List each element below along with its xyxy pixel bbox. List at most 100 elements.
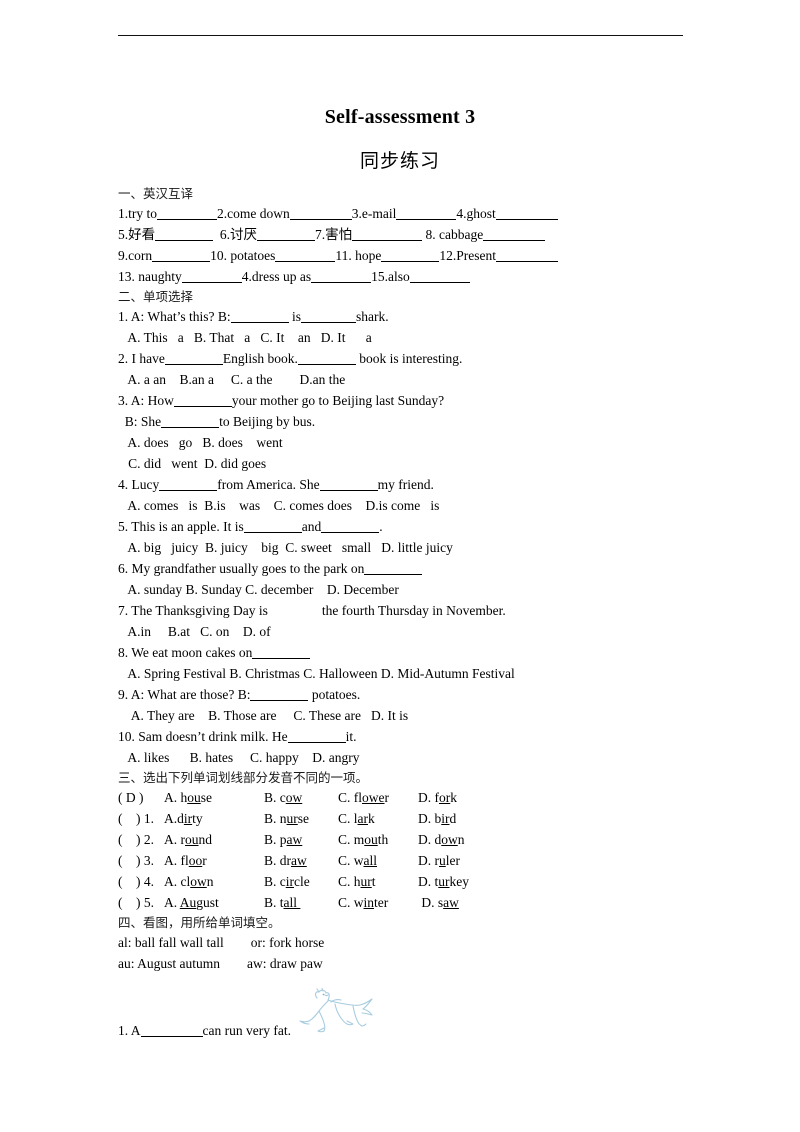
mc-options[interactable]: A. This a B. That a C. It an D. It a bbox=[118, 327, 688, 348]
answer-blank[interactable] bbox=[164, 351, 223, 365]
answer-blank[interactable] bbox=[409, 269, 470, 283]
phonics-option-b[interactable]: B. circle bbox=[264, 871, 338, 892]
phonics-option-d[interactable]: D. saw bbox=[418, 892, 459, 913]
text-run bbox=[213, 227, 220, 242]
text-run: C. w bbox=[338, 895, 364, 910]
underlined-phoneme: all bbox=[283, 895, 301, 910]
mc-options[interactable]: A. comes is B.is was C. comes does D.is … bbox=[118, 495, 688, 516]
answer-blank[interactable] bbox=[155, 227, 214, 241]
phonics-option-d[interactable]: D. bird bbox=[418, 808, 456, 829]
answer-blank[interactable] bbox=[364, 561, 423, 575]
underlined-phoneme: Au bbox=[179, 895, 197, 910]
mc-options[interactable]: A.in B.at C. on D. of bbox=[118, 621, 688, 642]
mc-options-line2[interactable]: C. did went D. did goes bbox=[118, 453, 688, 474]
answer-blank[interactable] bbox=[250, 687, 309, 701]
answer-blank[interactable] bbox=[173, 393, 232, 407]
text-run: 8. cabbage bbox=[425, 227, 484, 242]
phonics-option-a[interactable]: A. August bbox=[164, 892, 264, 913]
answer-bracket[interactable]: ( D ) bbox=[118, 787, 164, 808]
phonics-option-c[interactable]: C. winter bbox=[338, 892, 418, 913]
phonics-option-b[interactable]: B. nurse bbox=[264, 808, 338, 829]
text-run: 4.dress up as bbox=[241, 269, 312, 284]
text-run: 15.also bbox=[371, 269, 410, 284]
underlined-phoneme: in bbox=[363, 895, 375, 910]
mc-options[interactable]: A. sunday B. Sunday C. december D. Decem… bbox=[118, 579, 688, 600]
mc-options[interactable]: A. They are B. Those are C. These are D.… bbox=[118, 705, 688, 726]
phonics-option-b[interactable]: B. draw bbox=[264, 850, 338, 871]
phonics-option-b[interactable]: B. paw bbox=[264, 829, 338, 850]
word-bank-line-1: al: ball fall wall tall or: fork horse bbox=[118, 935, 325, 950]
answer-blank[interactable] bbox=[275, 248, 336, 262]
phonics-option-b[interactable]: B. cow bbox=[264, 787, 338, 808]
answer-blank[interactable] bbox=[287, 729, 346, 743]
answer-bracket[interactable]: ( ) 1. bbox=[118, 808, 164, 829]
phonics-option-d[interactable]: D. down bbox=[418, 829, 465, 850]
answer-blank[interactable] bbox=[311, 269, 372, 283]
answer-blank[interactable] bbox=[161, 414, 220, 428]
text-run: to Beijing by bus. bbox=[219, 414, 316, 429]
answer-blank[interactable] bbox=[352, 227, 423, 241]
text-run: B: She bbox=[118, 414, 162, 429]
answer-blank[interactable] bbox=[230, 309, 289, 323]
text-run: C. m bbox=[338, 832, 365, 847]
answer-blank[interactable] bbox=[257, 227, 315, 241]
mc-options[interactable]: A. likes B. hates C. happy D. angry bbox=[118, 747, 688, 768]
phonics-option-a[interactable]: A. round bbox=[164, 829, 264, 850]
underlined-phoneme: ou bbox=[185, 832, 199, 847]
text-run: my friend. bbox=[377, 477, 434, 492]
answer-bracket[interactable]: ( ) 3. bbox=[118, 850, 164, 871]
phonics-row: ( ) 3. A. floor B. draw C. wall D. ruler bbox=[118, 850, 688, 871]
text-run: D. t bbox=[418, 874, 439, 889]
phonics-option-c[interactable]: C. hurt bbox=[338, 871, 418, 892]
phonics-row: ( ) 5. A. August B. tall C. winter D. saw bbox=[118, 892, 688, 913]
answer-bracket[interactable]: ( ) 5. bbox=[118, 892, 164, 913]
answer-blank[interactable] bbox=[140, 1023, 203, 1037]
text-run: 13. naughty bbox=[118, 269, 182, 284]
answer-blank[interactable] bbox=[483, 227, 546, 241]
answer-blank[interactable] bbox=[396, 206, 457, 220]
answer-bracket[interactable]: ( ) 4. bbox=[118, 871, 164, 892]
answer-blank[interactable] bbox=[319, 477, 378, 491]
answer-bracket[interactable]: ( ) 2. bbox=[118, 829, 164, 850]
phonics-option-a[interactable]: A.dirty bbox=[164, 808, 264, 829]
text-run: 2.come down bbox=[217, 206, 290, 221]
phonics-option-c[interactable]: C. wall bbox=[338, 850, 418, 871]
answer-blank[interactable] bbox=[381, 248, 440, 262]
answer-blank[interactable] bbox=[289, 206, 352, 220]
answer-blank[interactable] bbox=[252, 645, 311, 659]
text-run: B. t bbox=[264, 895, 284, 910]
phonics-option-a[interactable]: A. house bbox=[164, 787, 264, 808]
mc-question-stem: 8. We eat moon cakes on bbox=[118, 642, 688, 663]
section-2-questions: 1. A: What’s this? B: is shark. A. This a… bbox=[118, 306, 688, 768]
answer-blank[interactable] bbox=[243, 519, 302, 533]
phonics-option-d[interactable]: D. turkey bbox=[418, 871, 469, 892]
mc-options[interactable]: A. big juicy B. juicy big C. sweet small… bbox=[118, 537, 688, 558]
mc-options[interactable]: A. a an B.an a C. a the D.an the bbox=[118, 369, 688, 390]
phonics-option-a[interactable]: A. clown bbox=[164, 871, 264, 892]
text-run: the fourth Thursday in November. bbox=[321, 603, 506, 618]
answer-blank[interactable] bbox=[495, 206, 558, 220]
mc-question-stem: 6. My grandfather usually goes to the pa… bbox=[118, 558, 688, 579]
phonics-row: ( ) 2. A. round B. paw C. mouth D. down bbox=[118, 829, 688, 850]
answer-blank[interactable] bbox=[157, 206, 217, 220]
phonics-option-a[interactable]: A. floor bbox=[164, 850, 264, 871]
phonics-option-c[interactable]: C. lark bbox=[338, 808, 418, 829]
answer-blank[interactable] bbox=[496, 248, 558, 262]
phonics-option-c[interactable]: C. flower bbox=[338, 787, 418, 808]
section-2-heading: 二、单项选择 bbox=[118, 289, 194, 304]
answer-blank[interactable] bbox=[152, 248, 211, 262]
section-3-rows: ( D ) A. house B. cow C. flower D. fork ( ) 1… bbox=[118, 787, 688, 913]
phonics-option-d[interactable]: D. fork bbox=[418, 787, 457, 808]
answer-blank[interactable] bbox=[301, 309, 357, 323]
phonics-option-c[interactable]: C. mouth bbox=[338, 829, 418, 850]
answer-blank[interactable] bbox=[321, 519, 380, 533]
answer-blank[interactable] bbox=[297, 351, 356, 365]
underlined-phoneme: ow bbox=[285, 790, 303, 805]
text-run: potatoes. bbox=[308, 687, 361, 702]
phonics-option-d[interactable]: D. ruler bbox=[418, 850, 460, 871]
phonics-option-b[interactable]: B. tall bbox=[264, 892, 338, 913]
answer-blank[interactable] bbox=[181, 269, 242, 283]
mc-options[interactable]: A. does go B. does went bbox=[118, 432, 688, 453]
mc-options[interactable]: A. Spring Festival B. Christmas C. Hallo… bbox=[118, 663, 688, 684]
answer-blank[interactable] bbox=[159, 477, 218, 491]
